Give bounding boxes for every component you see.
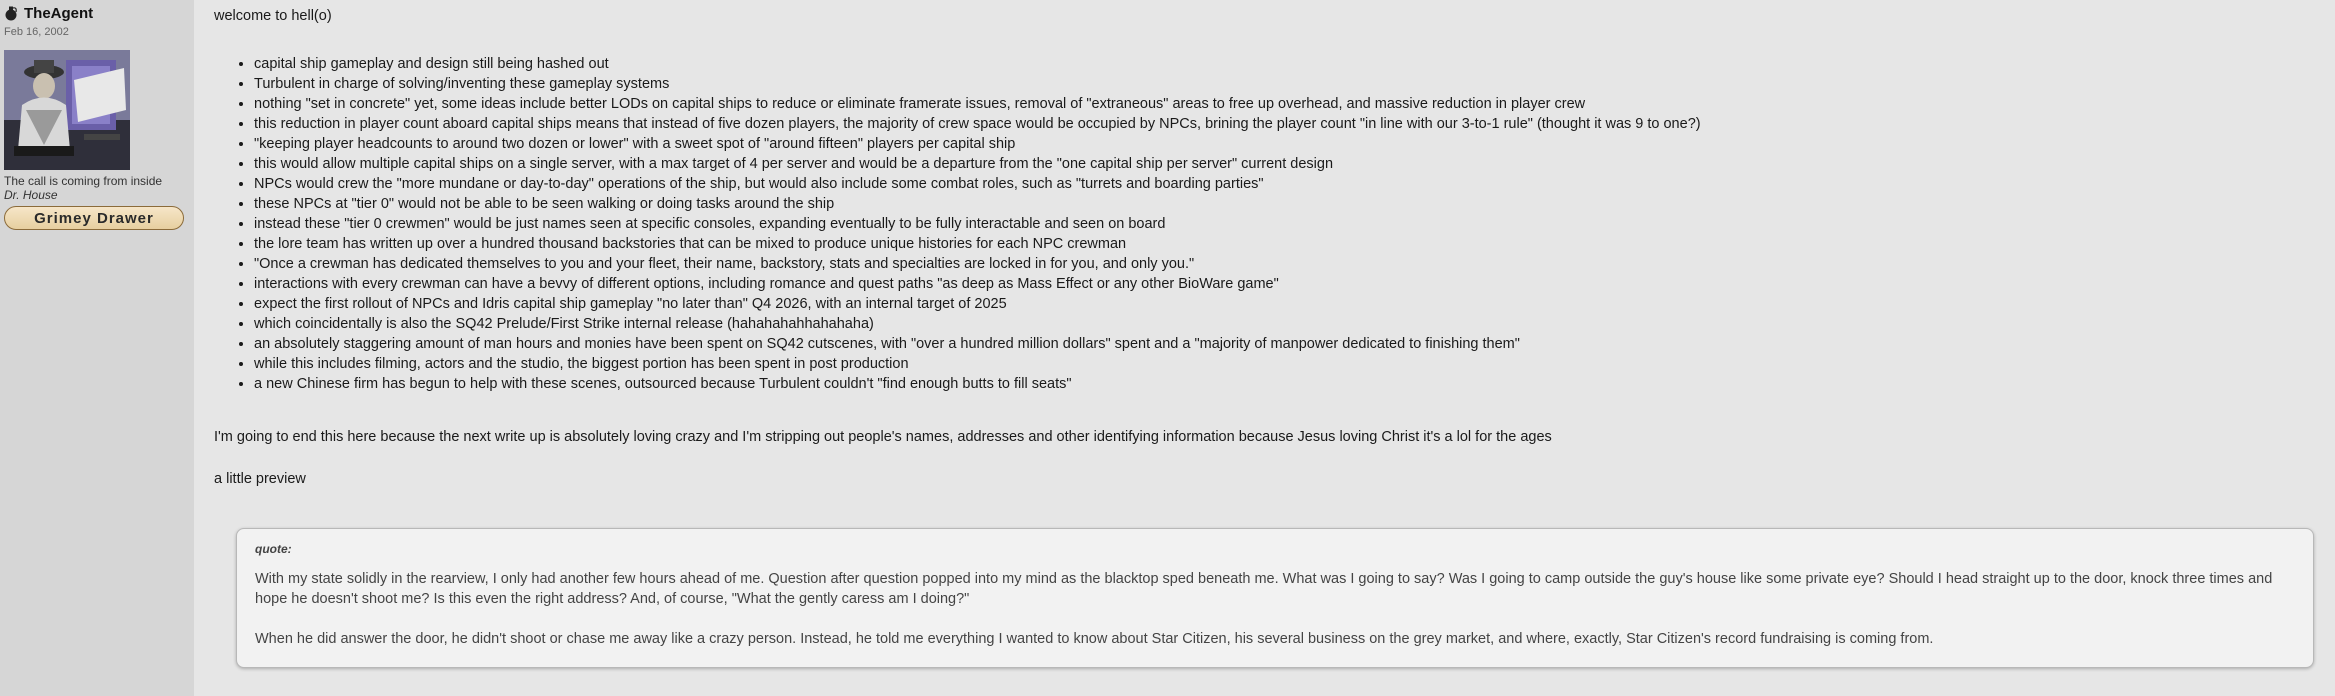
post-bullet-list: capital ship gameplay and design still b… <box>214 54 2314 394</box>
registration-date: Feb 16, 2002 <box>4 26 69 38</box>
list-item: interactions with every crewman can have… <box>254 274 2314 294</box>
list-item: "Once a crewman has dedicated themselves… <box>254 254 2314 274</box>
list-item: which coincidentally is also the SQ42 Pr… <box>254 314 2314 334</box>
username[interactable]: TheAgent <box>24 5 93 22</box>
user-header: TheAgent <box>4 4 190 22</box>
post-paragraph: I'm going to end this here because the n… <box>214 429 1552 445</box>
post-intro: welcome to hell(o) <box>214 8 332 24</box>
quote-block: quote: With my state solidly in the rear… <box>236 528 2314 668</box>
list-item: capital ship gameplay and design still b… <box>254 54 2314 74</box>
list-item: NPCs would crew the "more mundane or day… <box>254 174 2314 194</box>
quote-label: quote: <box>255 542 292 556</box>
quote-paragraph: When he did answer the door, he didn't s… <box>255 631 1934 647</box>
user-badge: Grimey Drawer <box>4 206 184 230</box>
list-item: nothing "set in concrete" yet, some idea… <box>254 94 2314 114</box>
list-item: expect the first rollout of NPCs and Idr… <box>254 294 2314 314</box>
post-body: welcome to hell(o) capital ship gameplay… <box>214 0 2314 489</box>
user-sidebar: TheAgent Feb 16, 2002 The call is coming… <box>0 0 194 696</box>
list-item: a new Chinese firm has begun to help wit… <box>254 374 2314 394</box>
post-paragraph-preview: a little preview <box>214 471 306 487</box>
list-item: this reduction in player count aboard ca… <box>254 114 2314 134</box>
list-item: an absolutely staggering amount of man h… <box>254 334 2314 354</box>
list-item: instead these "tier 0 crewmen" would be … <box>254 214 2314 234</box>
user-avatar <box>4 50 130 170</box>
list-item: the lore team has written up over a hund… <box>254 234 2314 254</box>
quote-paragraph: With my state solidly in the rearview, I… <box>255 571 2273 607</box>
user-title: The call is coming from inside <box>4 174 163 188</box>
list-item: "keeping player headcounts to around two… <box>254 134 2314 154</box>
list-item: this would allow multiple capital ships … <box>254 154 2314 174</box>
list-item: these NPCs at "tier 0" would not be able… <box>254 194 2314 214</box>
list-item: Turbulent in charge of solving/inventing… <box>254 74 2314 94</box>
list-item: while this includes filming, actors and … <box>254 354 2314 374</box>
user-title-subline: Dr. House <box>4 188 58 202</box>
grenade-icon <box>5 6 17 21</box>
